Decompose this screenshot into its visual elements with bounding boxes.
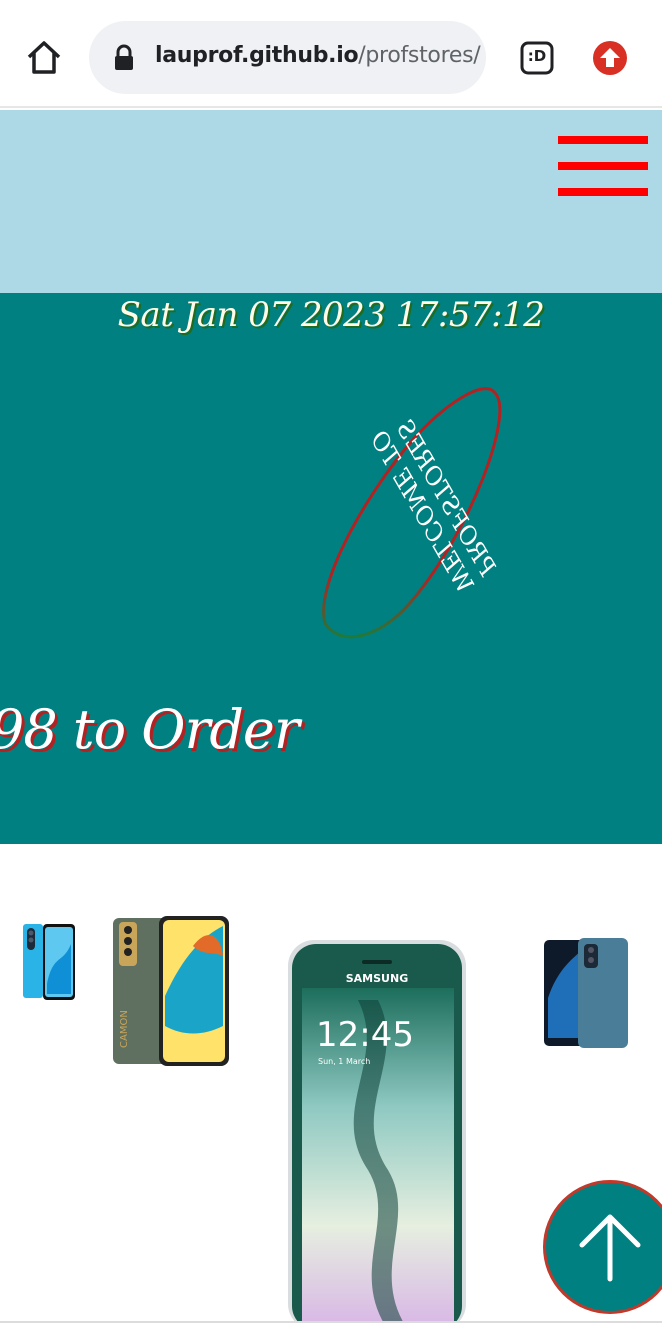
update-icon <box>593 41 627 75</box>
extension-button[interactable]: :D <box>520 41 554 75</box>
samsung-galaxy-edge-image[interactable]: SAMSUNG 12:45 Sun, 1 March <box>288 940 466 1321</box>
phone-blue-small-image[interactable] <box>23 924 75 1000</box>
order-marquee: 98 to Order <box>0 698 300 761</box>
update-button[interactable] <box>593 41 627 75</box>
browser-toolbar: lauprof.github.io/profstores/ :D <box>0 0 662 108</box>
home-button[interactable] <box>24 38 64 78</box>
lock-icon <box>113 44 135 72</box>
camon-label: CAMON <box>119 1010 130 1048</box>
url-host: lauprof.github.io <box>155 43 359 68</box>
current-datetime: Sat Jan 07 2023 17:57:12 <box>117 295 545 335</box>
samsung-brand: SAMSUNG <box>346 972 408 985</box>
home-icon <box>27 41 61 74</box>
extension-label: :D <box>527 47 547 65</box>
samsung-date: Sun, 1 March <box>318 1057 370 1066</box>
url-path: /profstores/ <box>358 43 481 68</box>
arrow-up-icon <box>579 1214 641 1282</box>
hamburger-icon-bar-middle <box>558 162 648 170</box>
hamburger-icon-bar-top <box>558 136 648 144</box>
scroll-to-top-button[interactable] <box>543 1180 662 1314</box>
menu-button[interactable] <box>558 136 648 200</box>
phone-dark-blue-image[interactable] <box>544 938 628 1048</box>
tecno-camon-phone-image[interactable]: CAMON <box>113 916 229 1066</box>
samsung-time: 12:45 <box>316 1015 414 1055</box>
welcome-emblem: WELCOME TO PROFSTORES <box>322 387 502 639</box>
url-text[interactable]: lauprof.github.io/profstores/ <box>155 43 481 68</box>
hamburger-icon-bar-bottom <box>558 188 648 196</box>
bottom-divider <box>0 1321 662 1323</box>
hero-banner: Sat Jan 07 2023 17:57:12 WELCOME TO PROF… <box>0 293 662 844</box>
